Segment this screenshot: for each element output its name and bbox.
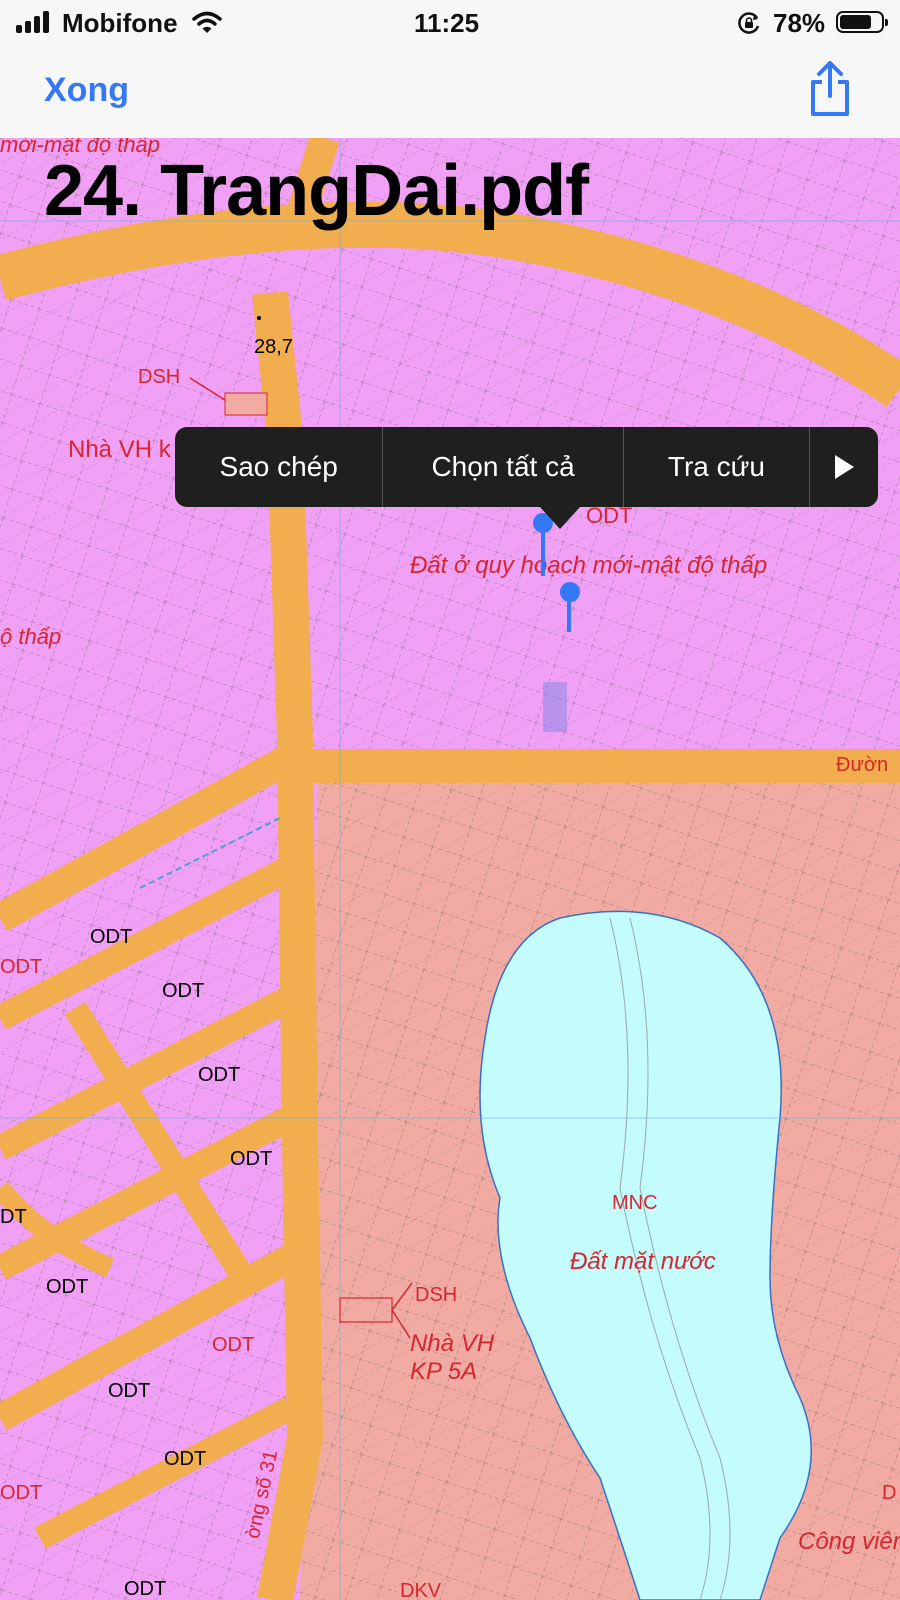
- map-label: DKV: [400, 1580, 442, 1600]
- navigation-bar: Xong: [0, 44, 900, 138]
- battery-percent: 78%: [773, 8, 826, 38]
- map-label: Đất mặt nước: [570, 1248, 716, 1275]
- map-label: ODT: [108, 1380, 151, 1402]
- rotation-lock-icon: [738, 12, 760, 34]
- copy-menu-item[interactable]: Sao chép: [175, 427, 382, 507]
- select-all-menu-item[interactable]: Chọn tất cả: [382, 427, 622, 507]
- map-label: ODT: [90, 926, 133, 948]
- map-label: ODT: [230, 1148, 273, 1170]
- clock: 11:25: [414, 8, 480, 38]
- map-label: MNC: [612, 1192, 658, 1214]
- text-selection-highlight: [543, 682, 567, 732]
- map-label: ODT: [0, 956, 43, 978]
- map-label: KP 5A: [410, 1358, 478, 1385]
- map-label: ODT: [124, 1578, 167, 1600]
- look-up-menu-item[interactable]: Tra cứu: [622, 427, 809, 507]
- share-icon[interactable]: [806, 60, 854, 118]
- map-label: ODT: [46, 1276, 89, 1298]
- cellular-signal-icon: [16, 11, 56, 33]
- elevation-label: 28,7: [254, 336, 293, 358]
- wifi-icon: [192, 11, 222, 33]
- edit-menu-pointer: [540, 507, 580, 529]
- map-label: DSH: [138, 366, 181, 388]
- map-label: Nhà VH k: [68, 436, 171, 463]
- pdf-viewer[interactable]: 24. TrangDai.pdf mới-mật độ thấp 28,7 DS…: [0, 138, 900, 1600]
- map-label: Nhà VH: [410, 1330, 495, 1357]
- map-label: ODT: [198, 1064, 241, 1086]
- map-label: DT: [0, 1206, 27, 1228]
- map-label: mới-mật độ thấp: [0, 138, 161, 157]
- selection-end-handle[interactable]: [560, 582, 580, 602]
- map-label: Công viên: [798, 1528, 900, 1555]
- edit-menu: Sao chép Chọn tất cả Tra cứu: [175, 427, 878, 507]
- map-label: Đất ở quy hoạch mới-mật độ thấp: [410, 552, 768, 579]
- map-label: ộ thấp: [0, 624, 62, 649]
- map-label: D: [882, 1482, 897, 1504]
- map-label: DSH: [415, 1284, 458, 1306]
- map-label: ODT: [212, 1334, 255, 1356]
- map-label: ODT: [162, 980, 205, 1002]
- map-label: Đườn: [836, 754, 889, 776]
- done-button[interactable]: Xong: [44, 71, 129, 110]
- carrier-name: Mobifone: [62, 8, 178, 38]
- document-title: 24. TrangDai.pdf: [44, 151, 589, 231]
- map-label: ODT: [164, 1448, 207, 1470]
- status-bar: Mobifone 11:25 78%: [0, 0, 900, 44]
- battery-icon: [836, 11, 888, 33]
- map-label: ODT: [0, 1482, 43, 1504]
- play-arrow-icon[interactable]: [809, 427, 878, 507]
